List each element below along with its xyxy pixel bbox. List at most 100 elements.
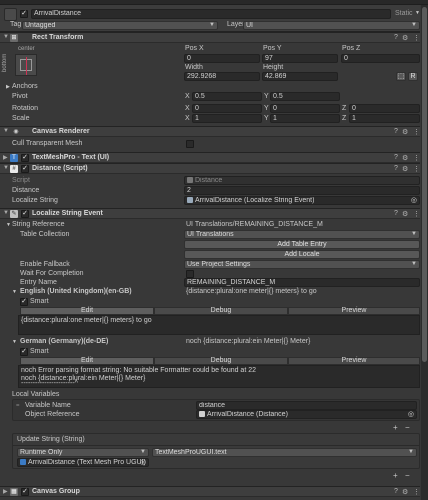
fold-arrow-icon[interactable]: ▶ xyxy=(3,154,8,161)
german-tab-debug[interactable]: Debug xyxy=(154,357,288,365)
component-enabled-checkbox[interactable]: ✓ xyxy=(21,154,29,162)
help-icon[interactable]: ? xyxy=(394,488,398,495)
target-object-field[interactable]: ArrivalDistance (Text Mesh Pro UGUI) ◎ xyxy=(17,458,149,467)
object-reference-label: Object Reference xyxy=(25,411,80,418)
fold-arrow-icon[interactable]: ▶ xyxy=(3,488,8,495)
help-icon[interactable]: ? xyxy=(394,210,398,217)
width-field[interactable]: 292.9268 xyxy=(184,72,260,81)
german-tab-preview[interactable]: Preview xyxy=(288,357,420,365)
component-enabled-checkbox[interactable]: ✓ xyxy=(21,488,29,496)
fold-arrow-icon[interactable]: ▼ xyxy=(12,289,17,295)
textmeshpro-icon: T xyxy=(10,154,18,162)
anchor-horizontal-label: center xyxy=(18,46,35,52)
component-enabled-checkbox[interactable]: ✓ xyxy=(21,165,29,173)
object-name-field[interactable]: ArrivalDistance xyxy=(31,9,391,19)
object-picker-icon[interactable]: ◎ xyxy=(408,411,414,418)
chevron-down-icon: ▼ xyxy=(411,231,417,237)
tag-dropdown[interactable]: Untagged ▼ xyxy=(22,21,218,30)
german-smart-checkbox[interactable]: ✓ xyxy=(20,348,28,356)
fold-arrow-icon[interactable]: ▼ xyxy=(3,210,9,216)
rotation-y-field[interactable]: 0 xyxy=(270,104,340,113)
canvas-group-header[interactable]: ▶ ▦ ✓ Canvas Group ? ⚙ ⋮ xyxy=(0,486,420,497)
wait-for-completion-checkbox[interactable] xyxy=(186,270,194,278)
more-icon[interactable]: ⋮ xyxy=(413,488,420,496)
settings-icon[interactable]: ⚙ xyxy=(402,165,408,173)
localize-string-label: Localize String xyxy=(12,197,58,204)
pivot-y-field[interactable]: 0.5 xyxy=(270,92,340,101)
entry-name-field[interactable]: REMAINING_DISTANCE_M xyxy=(184,278,420,287)
more-icon[interactable]: ⋮ xyxy=(413,128,420,136)
more-icon[interactable]: ⋮ xyxy=(413,154,420,162)
remove-listener-button[interactable]: − xyxy=(405,471,410,480)
english-tab-edit[interactable]: Edit xyxy=(20,307,154,315)
settings-icon[interactable]: ⚙ xyxy=(402,210,408,218)
pos-z-field[interactable]: 0 xyxy=(341,54,420,63)
cull-mesh-checkbox[interactable] xyxy=(186,140,194,148)
settings-icon[interactable]: ⚙ xyxy=(402,128,408,136)
more-icon[interactable]: ⋮ xyxy=(413,210,420,218)
german-tab-edit[interactable]: Edit xyxy=(20,357,154,365)
more-icon[interactable]: ⋮ xyxy=(413,34,420,42)
component-enabled-checkbox[interactable]: ✓ xyxy=(21,210,29,218)
rotation-x-field[interactable]: 0 xyxy=(192,104,262,113)
variable-name-field[interactable]: distance xyxy=(196,401,417,410)
scale-y-field[interactable]: 1 xyxy=(270,114,340,123)
help-icon[interactable]: ? xyxy=(394,128,398,135)
english-tab-preview[interactable]: Preview xyxy=(288,307,420,315)
localize-string-field[interactable]: ArrivalDistance (Localize String Event) ◎ xyxy=(184,196,420,205)
distance-script-header[interactable]: ▼ # ✓ Distance (Script) ? ⚙ ⋮ xyxy=(0,163,420,174)
scale-x-field[interactable]: 1 xyxy=(192,114,262,123)
fold-arrow-icon[interactable]: ▼ xyxy=(3,165,9,171)
height-field[interactable]: 42.869 xyxy=(262,72,338,81)
german-text-area[interactable]: noch Error parsing format string: No sui… xyxy=(18,365,420,388)
table-collection-dropdown[interactable]: UI Translations ▼ xyxy=(184,230,420,239)
scrollbar-thumb[interactable] xyxy=(422,7,427,362)
add-table-entry-button[interactable]: Add Table Entry xyxy=(184,240,420,249)
rect-transform-header[interactable]: ▼ ⊞ Rect Transform ? ⚙ ⋮ xyxy=(0,32,420,43)
settings-icon[interactable]: ⚙ xyxy=(402,154,408,162)
anchor-preset-widget[interactable] xyxy=(15,54,37,76)
object-reference-field[interactable]: ArrivalDistance (Distance) ◎ xyxy=(196,410,417,419)
fold-arrow-icon[interactable]: ▼ xyxy=(3,128,9,134)
rotation-z-field[interactable]: 0 xyxy=(349,104,420,113)
drag-handle-icon[interactable]: = xyxy=(16,403,20,409)
distance-field[interactable]: 2 xyxy=(184,186,420,195)
object-picker-icon[interactable]: ◎ xyxy=(411,197,417,204)
remove-variable-button[interactable]: − xyxy=(405,423,410,432)
english-smart-checkbox[interactable]: ✓ xyxy=(20,298,28,306)
help-icon[interactable]: ? xyxy=(394,154,398,161)
static-toggle[interactable]: Static ▼ xyxy=(394,9,420,19)
runtime-mode-dropdown[interactable]: Runtime Only ▼ xyxy=(17,448,149,457)
settings-icon[interactable]: ⚙ xyxy=(402,488,408,496)
active-checkbox[interactable]: ✓ xyxy=(20,10,28,18)
textmeshpro-header[interactable]: ▶ T ✓ TextMeshPro - Text (UI) ? ⚙ ⋮ xyxy=(0,152,420,163)
pos-x-field[interactable]: 0 xyxy=(184,54,260,63)
help-icon[interactable]: ? xyxy=(394,165,398,172)
pivot-x-field[interactable]: 0.5 xyxy=(192,92,262,101)
scale-z-field[interactable]: 1 xyxy=(349,114,420,123)
localize-event-header[interactable]: ▼ ✎ ✓ Localize String Event ? ⚙ ⋮ xyxy=(0,208,420,219)
variable-name-label: Variable Name xyxy=(25,402,71,409)
add-listener-button[interactable]: + xyxy=(393,471,398,480)
object-picker-icon[interactable]: ◎ xyxy=(140,459,146,466)
width-label: Width xyxy=(185,64,203,71)
fold-arrow-icon[interactable]: ▼ xyxy=(6,222,11,228)
fold-arrow-icon[interactable]: ▼ xyxy=(12,339,17,345)
fold-arrow-icon[interactable]: ▶ xyxy=(6,84,10,90)
blueprint-mode-button[interactable]: ⬚ xyxy=(396,72,406,81)
add-locale-button[interactable]: Add Locale xyxy=(184,250,420,259)
method-dropdown[interactable]: TextMeshProUGUI.text ▼ xyxy=(152,448,417,457)
raw-edit-button[interactable]: R xyxy=(408,72,418,81)
pos-y-field[interactable]: 97 xyxy=(262,54,338,63)
canvas-renderer-header[interactable]: ▼ ◉ Canvas Renderer ? ⚙ ⋮ xyxy=(0,126,420,137)
english-text-area[interactable]: {distance:plural:one meter|{} meters} to… xyxy=(18,315,420,335)
english-tab-debug[interactable]: Debug xyxy=(154,307,288,315)
layer-dropdown[interactable]: UI ▼ xyxy=(243,21,420,30)
enable-fallback-dropdown[interactable]: Use Project Settings ▼ xyxy=(184,260,420,269)
fold-arrow-icon[interactable]: ▼ xyxy=(3,34,9,40)
settings-icon[interactable]: ⚙ xyxy=(402,34,408,42)
add-variable-button[interactable]: + xyxy=(393,423,398,432)
inspector-scrollbar[interactable] xyxy=(421,5,428,500)
help-icon[interactable]: ? xyxy=(394,34,398,41)
more-icon[interactable]: ⋮ xyxy=(413,165,420,173)
